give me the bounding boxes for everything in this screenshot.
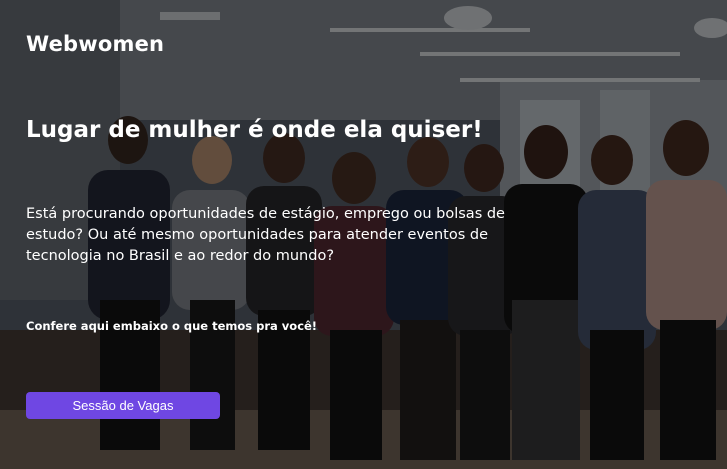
- hero-section: Webwomen Lugar de mulher é onde ela quis…: [0, 0, 727, 469]
- hero-headline: Lugar de mulher é onde ela quiser!: [26, 117, 483, 143]
- brand-logo-text[interactable]: Webwomen: [26, 32, 164, 56]
- jobs-section-button[interactable]: Sessão de Vagas: [26, 392, 220, 419]
- hero-intro-text: Está procurando oportunidades de estágio…: [26, 206, 505, 264]
- hero-callout-text: Confere aqui embaixo o que temos pra voc…: [26, 319, 318, 333]
